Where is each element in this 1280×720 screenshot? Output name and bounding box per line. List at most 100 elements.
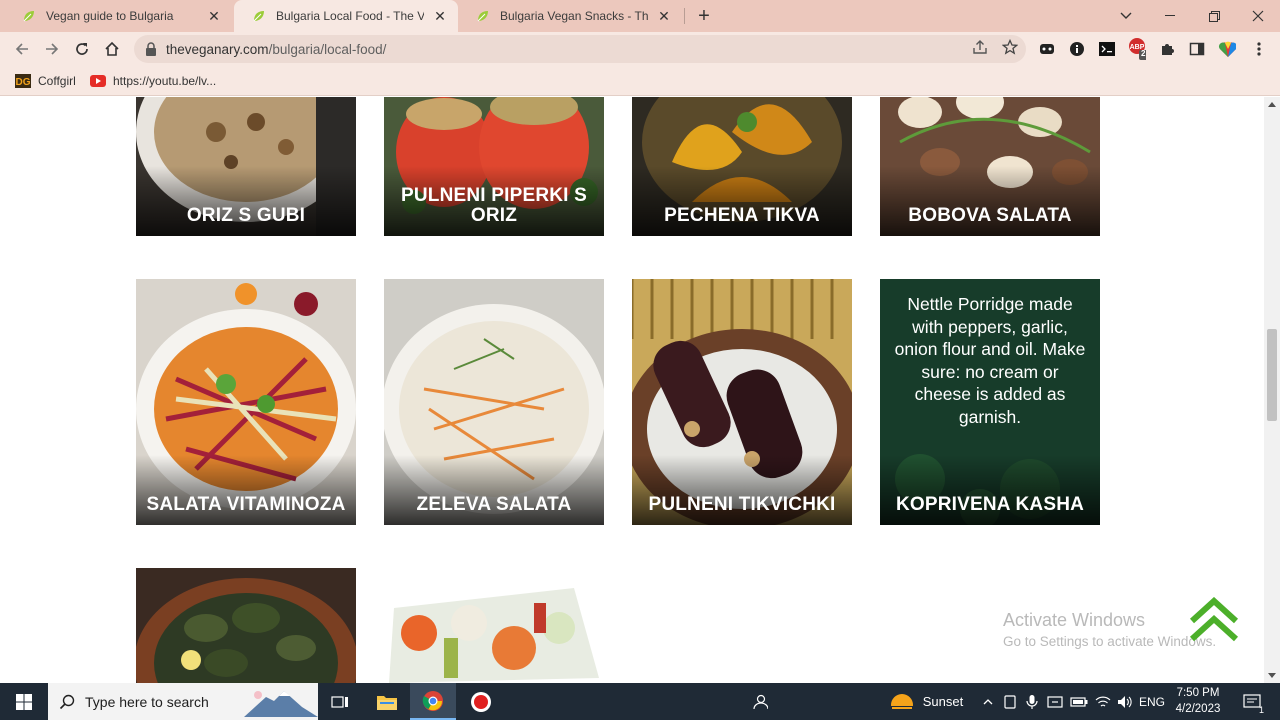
chrome-icon (422, 690, 443, 711)
food-card-title: KOPRIVENA KASHA (895, 494, 1085, 515)
camera-icon (1047, 695, 1063, 708)
bookmark-youtube[interactable]: https://youtu.be/lv... (90, 71, 216, 91)
arrow-left-icon (15, 43, 28, 55)
pickled-vegetables-image (384, 568, 604, 683)
svg-text:DG: DG (16, 77, 31, 88)
speaker-icon (1118, 695, 1132, 708)
home-button[interactable] (99, 36, 125, 62)
browser-menu-button[interactable] (1250, 40, 1268, 58)
side-panel-button[interactable] (1188, 40, 1206, 58)
weather-widget[interactable]: Sunset (884, 683, 968, 720)
file-explorer-button[interactable] (364, 683, 410, 720)
clock-time: 7:50 PM (1176, 687, 1220, 699)
restore-button[interactable] (1192, 0, 1236, 32)
close-tab-icon[interactable]: ✕ (656, 8, 672, 24)
watermark-subtitle: Go to Settings to activate Windows. (1003, 634, 1217, 649)
double-chevron-up-icon (1189, 597, 1239, 642)
food-card-salata-vitaminoza[interactable]: SALATA VITAMINOZA (136, 279, 356, 525)
mountain-search-highlight-icon (244, 691, 318, 717)
food-card-title: SALATA VITAMINOZA (146, 494, 346, 515)
adblock-extension-button[interactable]: ABP 2 (1128, 38, 1146, 60)
microphone-button[interactable] (1022, 683, 1042, 720)
tray-app-icon[interactable] (1000, 683, 1020, 720)
close-tab-icon[interactable]: ✕ (206, 8, 222, 24)
tab-strip: Vegan guide to Bulgaria ✕ Bulgaria Local… (0, 0, 1280, 32)
bookmark-star-button[interactable] (1001, 38, 1019, 56)
back-to-top-button[interactable] (1188, 597, 1240, 643)
lock-icon (146, 42, 156, 56)
food-card-koprivena-kasha[interactable]: Nettle Porridge made with peppers, garli… (880, 279, 1100, 525)
star-icon (1002, 39, 1018, 55)
food-card-title: ORIZ S GUBI (186, 205, 306, 226)
meet-now-button[interactable] (1044, 683, 1066, 720)
puzzle-icon (1162, 44, 1174, 55)
bookmark-coffgirl[interactable]: DG Coffgirl (15, 71, 76, 91)
language-indicator[interactable]: ENG (1138, 683, 1166, 720)
chrome-taskbar-button[interactable] (410, 683, 456, 720)
arrow-right-icon (46, 43, 59, 55)
task-view-button[interactable] (324, 683, 356, 720)
food-card-pulneni-piperki[interactable]: PULNENI PIPERKI S ORIZ (384, 97, 604, 236)
food-card-sarmi[interactable] (136, 568, 356, 683)
tab-vegan-snacks[interactable]: Bulgaria Vegan Snacks - The Veganary ✕ (458, 0, 682, 32)
tab-local-food[interactable]: Bulgaria Local Food - The Veganary ✕ (234, 0, 458, 32)
veganary-leaf-icon (23, 11, 34, 22)
network-indicator[interactable] (1092, 683, 1114, 720)
minimize-icon (1165, 15, 1175, 16)
close-window-button[interactable] (1236, 0, 1280, 32)
search-icon (59, 694, 75, 709)
taskbar-clock[interactable]: 7:50 PM 4/2/2023 (1168, 683, 1228, 720)
food-card-zeleva-salata[interactable]: ZELEVA SALATA (384, 279, 604, 525)
chevron-down-icon (1120, 12, 1132, 19)
food-card-oriz-s-gubi[interactable]: ORIZ S GUBI (136, 97, 356, 236)
food-card-title: PULNENI TIKVICHKI (648, 494, 836, 515)
browser-toolbar: theveganary.com/bulgaria/local-food/ ABP… (0, 32, 1280, 66)
tab-search-button[interactable] (1104, 0, 1148, 32)
food-card-pechena-tikva[interactable]: PECHENA TIKVA (632, 97, 852, 236)
game-controller-icon (1040, 44, 1054, 54)
back-button[interactable] (9, 36, 35, 62)
extensions-menu-button[interactable] (1158, 40, 1176, 58)
close-tab-icon[interactable]: ✕ (432, 8, 448, 24)
extension-button[interactable] (1098, 40, 1116, 58)
volume-control[interactable] (1114, 683, 1136, 720)
veganary-leaf-icon (477, 11, 488, 22)
youtube-icon (90, 75, 106, 87)
weather-label: Sunset (922, 694, 964, 709)
people-icon (753, 694, 768, 709)
reload-button[interactable] (69, 36, 95, 62)
extension-button[interactable] (1038, 40, 1056, 58)
minimize-button[interactable] (1148, 0, 1192, 32)
address-bar[interactable]: theveganary.com/bulgaria/local-food/ (134, 35, 1026, 63)
tab-title: Vegan guide to Bulgaria (46, 9, 174, 23)
profile-button[interactable] (1218, 40, 1236, 58)
stuffed-vine-leaves-image (136, 568, 356, 683)
terminal-icon (1099, 42, 1115, 56)
food-card-pulneni-tikvichki[interactable]: PULNENI TIKVICHKI (632, 279, 852, 525)
food-card-turshia[interactable] (384, 568, 604, 683)
share-button[interactable] (971, 38, 989, 56)
forward-button[interactable] (39, 36, 65, 62)
scroll-down-arrow[interactable] (1268, 673, 1276, 678)
tray-overflow-button[interactable] (978, 683, 998, 720)
screen-recorder-button[interactable] (458, 683, 504, 720)
battery-indicator[interactable] (1068, 683, 1090, 720)
new-tab-button[interactable]: + (693, 5, 715, 27)
food-card-bobova-salata[interactable]: BOBOVA SALATA (880, 97, 1100, 236)
people-button[interactable] (748, 683, 772, 720)
page-scrollbar[interactable] (1264, 97, 1280, 683)
food-card-description: Nettle Porridge made with peppers, garli… (894, 294, 1086, 427)
scrollbar-thumb[interactable] (1267, 329, 1277, 421)
start-button[interactable] (0, 683, 48, 720)
record-icon (471, 691, 491, 712)
taskbar-search[interactable]: Type here to search (48, 683, 318, 720)
tab-title: Bulgaria Vegan Snacks - The Veganary (500, 9, 648, 23)
folder-icon (377, 695, 397, 710)
notification-center-button[interactable]: 1 (1232, 683, 1272, 720)
windows-logo-icon (16, 693, 32, 710)
scroll-up-arrow[interactable] (1268, 102, 1276, 107)
extension-button[interactable] (1068, 40, 1086, 58)
chevron-up-icon (983, 698, 993, 704)
tab-vegan-guide[interactable]: Vegan guide to Bulgaria ✕ (4, 0, 232, 32)
wifi-icon (1095, 696, 1111, 707)
